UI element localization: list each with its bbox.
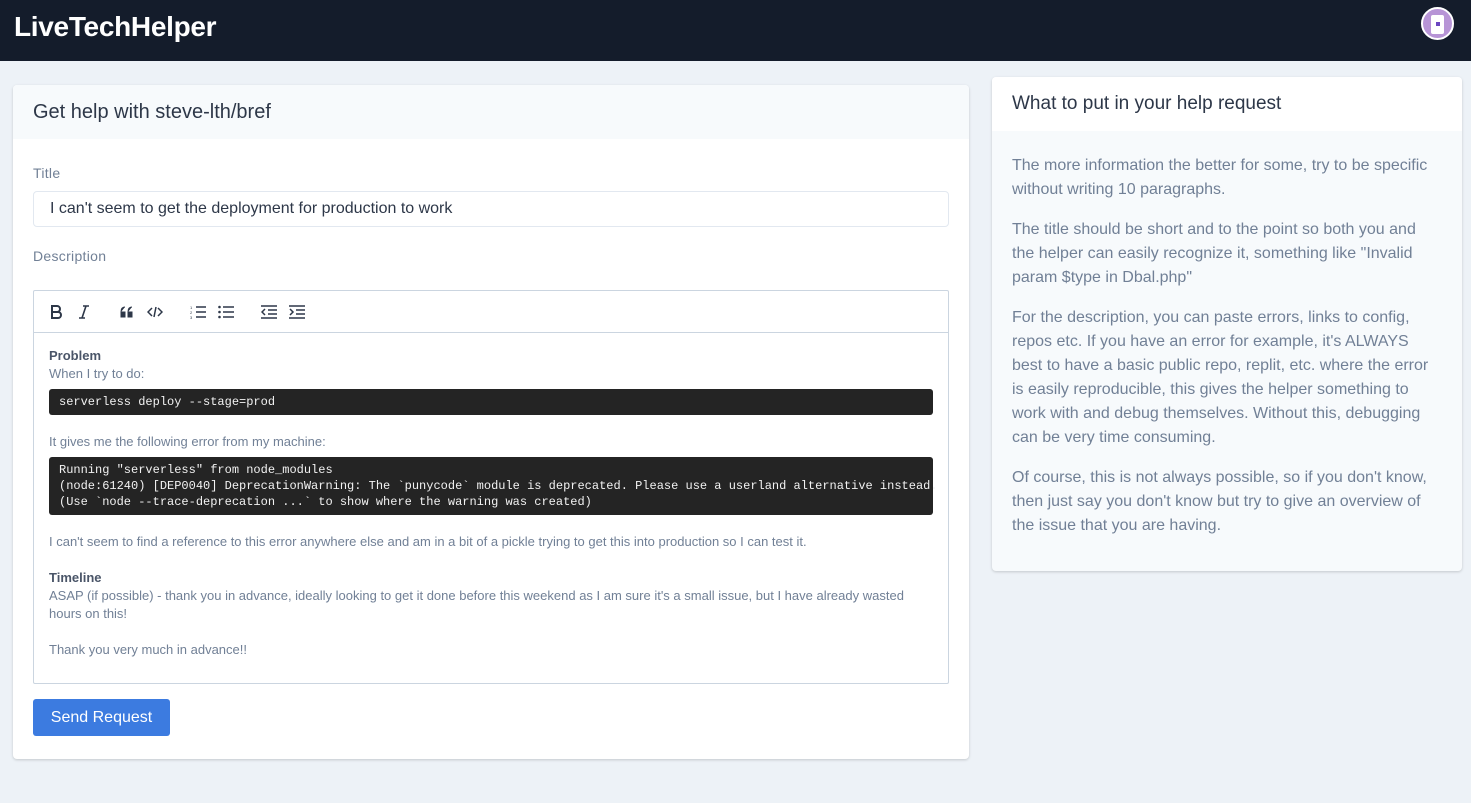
error-line: Running "serverless" from node_modules bbox=[59, 463, 333, 477]
error-line: (node:61240) [DEP0040] DeprecationWarnin… bbox=[59, 479, 938, 493]
send-request-button[interactable]: Send Request bbox=[33, 699, 170, 736]
title-label: Title bbox=[33, 165, 61, 181]
tips-body: The more information the better for some… bbox=[992, 131, 1462, 538]
code-icon[interactable] bbox=[144, 301, 166, 323]
robot-eye bbox=[1436, 22, 1440, 26]
timeline-heading: Timeline bbox=[49, 570, 102, 585]
italic-icon[interactable] bbox=[73, 301, 95, 323]
timeline-paragraph: ASAP (if possible) - thank you in advanc… bbox=[49, 588, 904, 621]
bold-icon[interactable] bbox=[45, 301, 67, 323]
form-heading: Get help with steve-lth/bref bbox=[33, 101, 271, 123]
closing-paragraph: Thank you very much in advance!! bbox=[49, 642, 247, 657]
description-editor[interactable]: 123 Problem When I try to do: serverless… bbox=[33, 290, 949, 684]
ordered-list-icon[interactable]: 123 bbox=[187, 301, 209, 323]
help-request-form-card: Get help with steve-lth/bref Title Descr… bbox=[13, 85, 969, 759]
indent-icon[interactable] bbox=[286, 301, 308, 323]
command-code-block: serverless deploy --stage=prod bbox=[49, 389, 933, 415]
user-avatar[interactable] bbox=[1421, 7, 1454, 40]
tips-paragraph: The more information the better for some… bbox=[1012, 157, 1428, 198]
form-card-header: Get help with steve-lth/bref bbox=[13, 85, 969, 139]
editor-content[interactable]: Problem When I try to do: serverless dep… bbox=[34, 333, 948, 659]
help-tips-card: What to put in your help request The mor… bbox=[992, 77, 1462, 571]
tips-paragraph: Of course, this is not always possible, … bbox=[1012, 469, 1427, 534]
svg-text:3: 3 bbox=[190, 315, 193, 319]
top-navbar: LiveTechHelper bbox=[0, 0, 1471, 61]
error-line: (Use `node --trace-deprecation ...` to s… bbox=[59, 495, 592, 509]
editor-toolbar: 123 bbox=[34, 291, 948, 333]
error-code-block: Running "serverless" from node_modules (n… bbox=[49, 457, 938, 515]
brand-logo[interactable]: LiveTechHelper bbox=[14, 11, 217, 43]
bullet-list-icon[interactable] bbox=[215, 301, 237, 323]
problem-heading: Problem bbox=[49, 348, 102, 363]
tips-paragraph: For the description, you can paste error… bbox=[1012, 309, 1429, 446]
tips-card-header: What to put in your help request bbox=[992, 77, 1462, 131]
outdent-icon[interactable] bbox=[258, 301, 280, 323]
context-paragraph: I can't seem to find a reference to this… bbox=[49, 534, 807, 549]
error-intro: It gives me the following error from my … bbox=[49, 434, 326, 449]
tips-paragraph: The title should be short and to the poi… bbox=[1012, 221, 1416, 286]
description-label: Description bbox=[33, 248, 107, 264]
quote-icon[interactable] bbox=[116, 301, 138, 323]
problem-intro: When I try to do: bbox=[49, 366, 145, 381]
title-input[interactable] bbox=[33, 191, 949, 227]
tips-heading: What to put in your help request bbox=[1012, 93, 1282, 114]
